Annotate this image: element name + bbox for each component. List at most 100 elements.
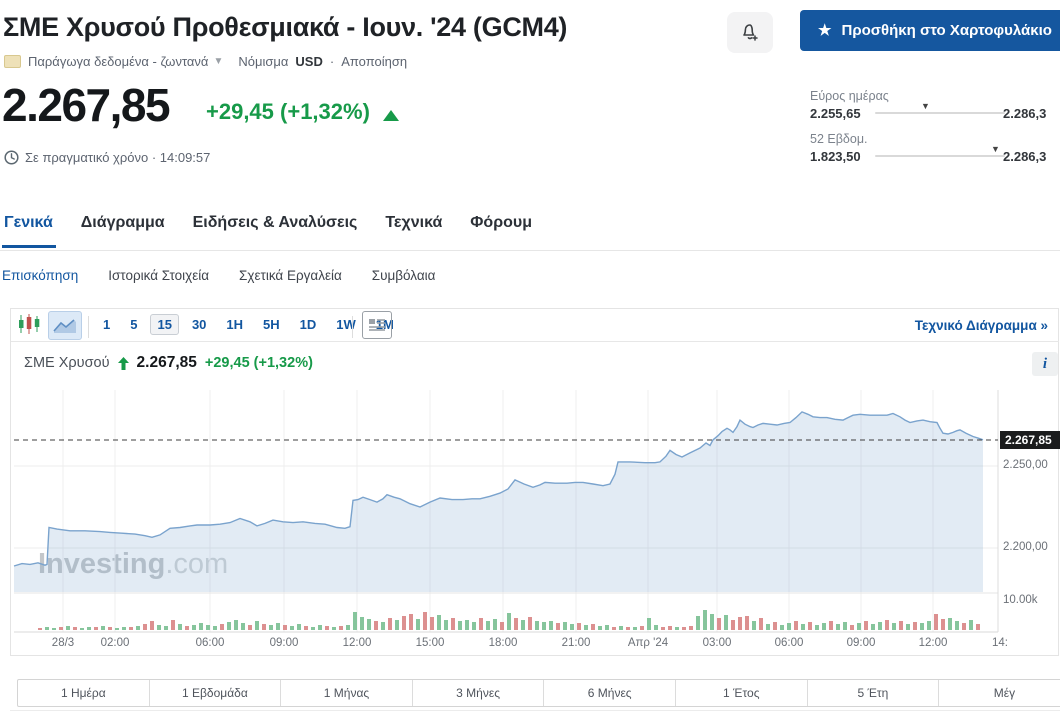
volume-bar (857, 623, 861, 630)
volume-bar (535, 621, 539, 630)
volume-bar (738, 617, 742, 630)
volume-bar (577, 623, 581, 630)
volume-bar (850, 625, 854, 630)
time-range-buttons: 1 Ημέρα 1 Εβδομάδα 1 Μήνας 3 Μήνες 6 Μήν… (17, 679, 1060, 707)
volume-bar (570, 624, 574, 630)
volume-bar (724, 615, 728, 630)
volume-bar (822, 623, 826, 630)
volume-bar (136, 626, 140, 630)
range-3months[interactable]: 3 Μήνες (413, 680, 545, 706)
volume-bar (213, 626, 217, 630)
volume-bar (864, 621, 868, 630)
volume-bar (199, 623, 203, 630)
volume-bar (528, 617, 532, 630)
volume-bar (346, 625, 350, 630)
volume-bar (115, 628, 119, 630)
volume-bar (283, 625, 287, 630)
volume-bar (752, 621, 756, 630)
volume-bar (941, 619, 945, 630)
volume-bar (899, 621, 903, 630)
volume-bar (248, 625, 252, 630)
volume-bar (633, 627, 637, 630)
volume-bar (367, 619, 371, 630)
volume-bar (304, 626, 308, 630)
volume-bar (612, 627, 616, 630)
price-chart[interactable] (0, 0, 1060, 720)
volume-bar (437, 615, 441, 630)
volume-bar (66, 626, 70, 630)
volume-bar (101, 626, 105, 630)
volume-bar (843, 622, 847, 630)
volume-bar (171, 620, 175, 630)
volume-bar (542, 622, 546, 630)
range-6months[interactable]: 6 Μήνες (544, 680, 676, 706)
volume-bar (689, 626, 693, 630)
volume-bar (731, 620, 735, 630)
volume-bar (955, 621, 959, 630)
volume-bar (878, 622, 882, 630)
volume-bar (444, 620, 448, 630)
volume-bar (108, 627, 112, 630)
volume-bar (801, 624, 805, 630)
volume-bar (500, 622, 504, 630)
price-area-fill (14, 411, 983, 592)
volume-bar (339, 626, 343, 630)
volume-bar (157, 625, 161, 630)
volume-bar (423, 612, 427, 630)
volume-bar (311, 627, 315, 630)
volume-bar (59, 627, 63, 630)
volume-bar (759, 618, 763, 630)
volume-bar (164, 626, 168, 630)
volume-bar (969, 620, 973, 630)
volume-bar (269, 625, 273, 630)
volume-bar (710, 614, 714, 630)
range-1year[interactable]: 1 Έτος (676, 680, 808, 706)
volume-bar (479, 618, 483, 630)
volume-bar (227, 622, 231, 630)
volume-bar (234, 620, 238, 630)
volume-bar (360, 617, 364, 630)
range-1week[interactable]: 1 Εβδομάδα (150, 680, 282, 706)
volume-bar (640, 626, 644, 630)
volume-bar (332, 627, 336, 630)
volume-bar (486, 621, 490, 630)
volume-bar (178, 624, 182, 630)
volume-bar (94, 627, 98, 630)
volume-bar (143, 624, 147, 630)
range-max[interactable]: Μέγ (939, 680, 1060, 706)
volume-bar (255, 621, 259, 630)
volume-bar (591, 624, 595, 630)
volume-bar (766, 624, 770, 630)
volume-bar (395, 620, 399, 630)
volume-bar (906, 624, 910, 630)
volume-bar (563, 622, 567, 630)
range-1day[interactable]: 1 Ημέρα (18, 680, 150, 706)
volume-bar (80, 628, 84, 630)
volume-bar (787, 623, 791, 630)
volume-bar (913, 622, 917, 630)
range-5years[interactable]: 5 Έτη (808, 680, 940, 706)
range-1month[interactable]: 1 Μήνας (281, 680, 413, 706)
volume-bar (605, 625, 609, 630)
volume-bar (297, 624, 301, 630)
volume-bar (682, 627, 686, 630)
volume-bar (353, 612, 357, 630)
volume-bar (948, 618, 952, 630)
volume-bar (185, 626, 189, 630)
volume-bar (73, 627, 77, 630)
volume-bar (493, 619, 497, 630)
volume-bar (780, 625, 784, 630)
volume-bar (619, 626, 623, 630)
volume-bar (717, 618, 721, 630)
volume-bar (465, 620, 469, 630)
volume-bar (514, 618, 518, 630)
volume-bar (584, 625, 588, 630)
volume-bar (52, 628, 56, 630)
volume-bar (458, 621, 462, 630)
volume-bar (416, 619, 420, 630)
volume-bar (430, 617, 434, 630)
volume-bar (934, 614, 938, 630)
volume-bar (87, 627, 91, 630)
volume-bar (654, 625, 658, 630)
volume-bar (794, 621, 798, 630)
